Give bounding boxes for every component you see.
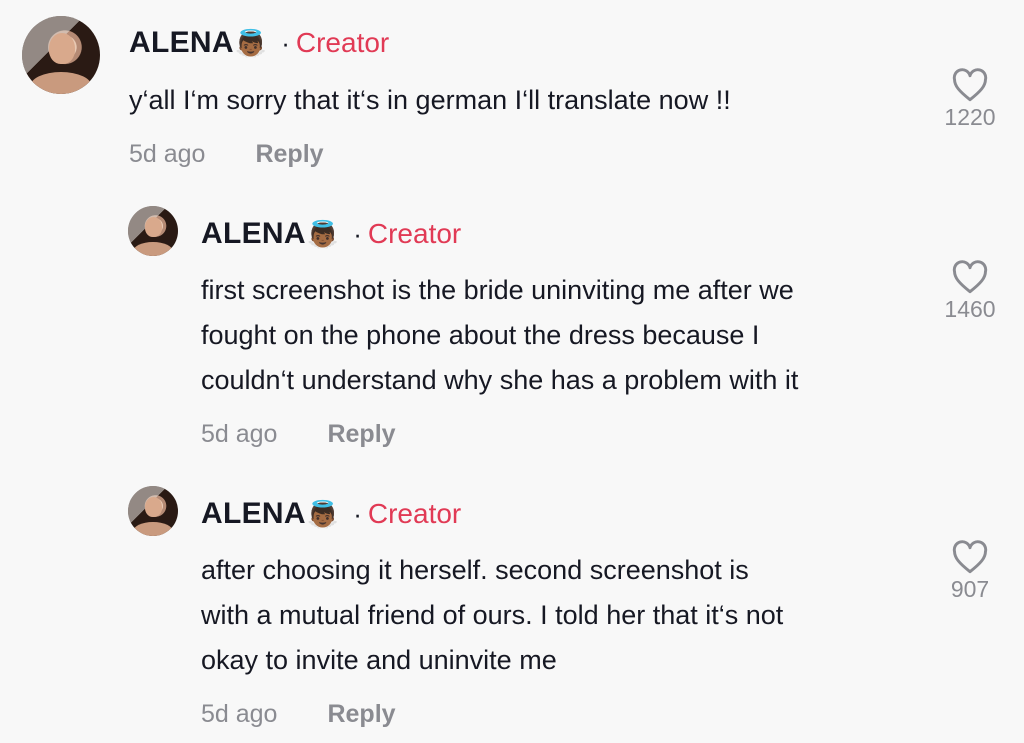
angel-emoji-icon: 👼🏾 (234, 27, 268, 58)
angel-emoji-icon: 👼🏾 (306, 218, 340, 249)
avatar[interactable] (128, 486, 178, 536)
like-button[interactable]: 1220 (935, 68, 1005, 131)
like-count: 1460 (944, 296, 996, 322)
comment-meta: 5d ago Reply (129, 136, 324, 172)
comment-text-line: okay to invite and uninvite me (201, 645, 557, 675)
reply-button[interactable]: Reply (327, 700, 395, 729)
comment-text: after choosing it herself. second screen… (201, 548, 931, 683)
comment-meta: 5d ago Reply (201, 696, 396, 732)
creator-badge: Creator (367, 498, 462, 529)
like-button[interactable]: 907 (935, 540, 1005, 603)
timestamp: 5d ago (201, 699, 278, 728)
comment-text-line: couldn‘t understand why she has a proble… (201, 365, 799, 395)
comment-text-line: after choosing it herself. second screen… (201, 555, 749, 585)
like-button[interactable]: 1460 (935, 260, 1005, 323)
separator-dot: · (353, 218, 362, 249)
heart-outline-icon (935, 68, 1005, 102)
comment-header: ALENA 👼🏾 · Creator (201, 494, 461, 534)
comment-text: y‘all I‘m sorry that it‘s in german I‘ll… (129, 85, 731, 115)
avatar[interactable] (128, 206, 178, 256)
author-name[interactable]: ALENA (129, 26, 234, 60)
comment-text-line: with a mutual friend of ours. I told her… (201, 600, 784, 630)
author-name[interactable]: ALENA (201, 497, 306, 531)
creator-badge: Creator (367, 218, 462, 249)
comment-text-line: first screenshot is the bride uninviting… (201, 275, 794, 305)
angel-emoji-icon: 👼🏾 (306, 498, 340, 529)
comment-text: first screenshot is the bride uninviting… (201, 268, 931, 403)
comment-meta: 5d ago Reply (201, 416, 396, 452)
timestamp: 5d ago (201, 419, 278, 448)
like-count: 1220 (944, 104, 996, 130)
reply-button[interactable]: Reply (255, 140, 323, 169)
creator-badge: Creator (295, 27, 390, 58)
comment-header: ALENA 👼🏾 · Creator (129, 22, 389, 64)
like-count: 907 (950, 576, 990, 602)
heart-outline-icon (935, 260, 1005, 294)
heart-outline-icon (935, 540, 1005, 574)
timestamp: 5d ago (129, 139, 206, 168)
reply-button[interactable]: Reply (327, 420, 395, 449)
separator-dot: · (281, 27, 290, 58)
avatar[interactable] (22, 16, 100, 94)
comment-text-line: fought on the phone about the dress beca… (201, 320, 760, 350)
author-name[interactable]: ALENA (201, 217, 306, 251)
separator-dot: · (353, 498, 362, 529)
comment-header: ALENA 👼🏾 · Creator (201, 214, 461, 254)
